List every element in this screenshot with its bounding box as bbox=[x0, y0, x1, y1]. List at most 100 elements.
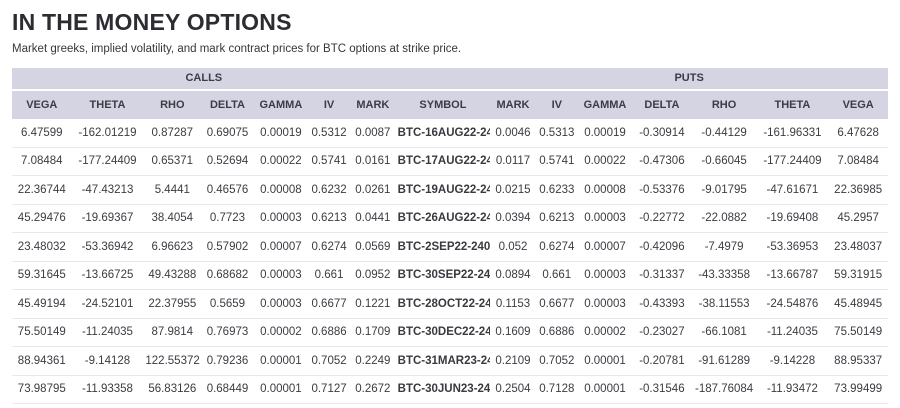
value-cell: 0.00019 bbox=[254, 119, 308, 148]
value-cell: 0.6213 bbox=[536, 204, 578, 233]
table-row: 45.49194-24.5210122.379550.56590.000030.… bbox=[12, 290, 888, 319]
symbol-cell: BTC-30DEC22-24000 bbox=[396, 318, 491, 347]
value-cell: -38.11553 bbox=[692, 290, 757, 319]
value-cell: 0.87287 bbox=[143, 119, 201, 148]
value-cell: 0.6677 bbox=[308, 290, 350, 319]
value-cell: -13.66787 bbox=[757, 261, 829, 290]
value-cell: -11.24035 bbox=[72, 318, 144, 347]
column-header-row: VEGA THETA RHO DELTA GAMMA IV MARK SYMBO… bbox=[12, 90, 888, 119]
value-cell: 0.1609 bbox=[490, 318, 536, 347]
value-cell: 6.96623 bbox=[143, 233, 201, 262]
value-cell: 0.76973 bbox=[201, 318, 254, 347]
value-cell: 0.6886 bbox=[536, 318, 578, 347]
value-cell: 0.0569 bbox=[350, 233, 396, 262]
value-cell: 0.6274 bbox=[536, 233, 578, 262]
value-cell: 0.00001 bbox=[254, 375, 308, 404]
value-cell: 0.68682 bbox=[201, 261, 254, 290]
value-cell: 0.00022 bbox=[254, 147, 308, 176]
group-header-puts: PUTS bbox=[490, 68, 888, 90]
value-cell: -0.30914 bbox=[632, 119, 692, 148]
value-cell: -11.93472 bbox=[757, 375, 829, 404]
value-cell: -177.24409 bbox=[72, 147, 144, 176]
value-cell: 0.5312 bbox=[308, 119, 350, 148]
value-cell: 0.6886 bbox=[308, 318, 350, 347]
value-cell: 6.47599 bbox=[12, 119, 72, 148]
value-cell: 0.00022 bbox=[578, 147, 632, 176]
value-cell: -11.24035 bbox=[757, 318, 829, 347]
value-cell: 0.1221 bbox=[350, 290, 396, 319]
value-cell: -24.54876 bbox=[757, 290, 829, 319]
value-cell: 0.0161 bbox=[350, 147, 396, 176]
table-row: 6.47599-162.012190.872870.690750.000190.… bbox=[12, 119, 888, 148]
value-cell: 0.00007 bbox=[578, 233, 632, 262]
value-cell: -0.31546 bbox=[632, 375, 692, 404]
value-cell: 0.2249 bbox=[350, 347, 396, 376]
value-cell: 0.68449 bbox=[201, 375, 254, 404]
value-cell: 0.00003 bbox=[254, 261, 308, 290]
value-cell: -0.31337 bbox=[632, 261, 692, 290]
value-cell: 73.98795 bbox=[12, 375, 72, 404]
value-cell: 0.1153 bbox=[490, 290, 536, 319]
column-header-calls-iv: IV bbox=[308, 90, 350, 119]
value-cell: 88.95337 bbox=[828, 347, 888, 376]
value-cell: 0.00001 bbox=[578, 375, 632, 404]
value-cell: -0.47306 bbox=[632, 147, 692, 176]
value-cell: 0.00001 bbox=[254, 347, 308, 376]
symbol-cell: BTC-16AUG22-24000 bbox=[396, 119, 491, 148]
value-cell: -9.01795 bbox=[692, 176, 757, 205]
value-cell: -177.24409 bbox=[757, 147, 829, 176]
symbol-cell: BTC-30JUN23-24000 bbox=[396, 375, 491, 404]
value-cell: 5.4441 bbox=[143, 176, 201, 205]
value-cell: -53.36953 bbox=[757, 233, 829, 262]
value-cell: 0.00002 bbox=[254, 318, 308, 347]
value-cell: 22.37955 bbox=[143, 290, 201, 319]
value-cell: 0.00001 bbox=[578, 347, 632, 376]
column-header-calls-vega: VEGA bbox=[12, 90, 72, 119]
table-row: 22.36744-47.432135.44410.465760.000080.6… bbox=[12, 176, 888, 205]
table-row: 45.29476-19.6936738.40540.77230.000030.6… bbox=[12, 204, 888, 233]
value-cell: 6.47628 bbox=[828, 119, 888, 148]
value-cell: 0.6233 bbox=[536, 176, 578, 205]
value-cell: 75.50149 bbox=[12, 318, 72, 347]
page: IN THE MONEY OPTIONS Market greeks, impl… bbox=[0, 0, 900, 408]
value-cell: 0.57902 bbox=[201, 233, 254, 262]
value-cell: 0.65371 bbox=[143, 147, 201, 176]
value-cell: -53.36942 bbox=[72, 233, 144, 262]
value-cell: -162.01219 bbox=[72, 119, 144, 148]
value-cell: 38.4054 bbox=[143, 204, 201, 233]
value-cell: -7.4979 bbox=[692, 233, 757, 262]
column-header-puts-mark: MARK bbox=[490, 90, 536, 119]
value-cell: 75.50149 bbox=[828, 318, 888, 347]
symbol-cell: BTC-28OCT22-24000 bbox=[396, 290, 491, 319]
value-cell: 0.52694 bbox=[201, 147, 254, 176]
column-header-symbol: SYMBOL bbox=[396, 90, 491, 119]
value-cell: -91.61289 bbox=[692, 347, 757, 376]
value-cell: 0.69075 bbox=[201, 119, 254, 148]
page-subtitle: Market greeks, implied volatility, and m… bbox=[12, 42, 888, 57]
value-cell: 0.00008 bbox=[254, 176, 308, 205]
column-header-calls-gamma: GAMMA bbox=[254, 90, 308, 119]
value-cell: -0.53376 bbox=[632, 176, 692, 205]
value-cell: 0.052 bbox=[490, 233, 536, 262]
value-cell: 0.00008 bbox=[578, 176, 632, 205]
value-cell: -11.93358 bbox=[72, 375, 144, 404]
value-cell: 0.2504 bbox=[490, 375, 536, 404]
page-title: IN THE MONEY OPTIONS bbox=[12, 8, 888, 37]
value-cell: 0.00002 bbox=[578, 318, 632, 347]
table-body: 6.47599-162.012190.872870.690750.000190.… bbox=[12, 119, 888, 404]
value-cell: 0.6213 bbox=[308, 204, 350, 233]
value-cell: 59.31915 bbox=[828, 261, 888, 290]
group-header-spacer bbox=[396, 68, 491, 90]
value-cell: 0.7128 bbox=[536, 375, 578, 404]
options-table: CALLS PUTS VEGA THETA RHO DELTA GAMMA IV… bbox=[12, 68, 888, 405]
value-cell: 0.0441 bbox=[350, 204, 396, 233]
value-cell: 0.46576 bbox=[201, 176, 254, 205]
value-cell: -0.66045 bbox=[692, 147, 757, 176]
group-header-row: CALLS PUTS bbox=[12, 68, 888, 90]
value-cell: 0.661 bbox=[308, 261, 350, 290]
value-cell: -0.43393 bbox=[632, 290, 692, 319]
value-cell: -0.22772 bbox=[632, 204, 692, 233]
symbol-cell: BTC-17AUG22-24000 bbox=[396, 147, 491, 176]
value-cell: -0.42096 bbox=[632, 233, 692, 262]
value-cell: 0.0894 bbox=[490, 261, 536, 290]
